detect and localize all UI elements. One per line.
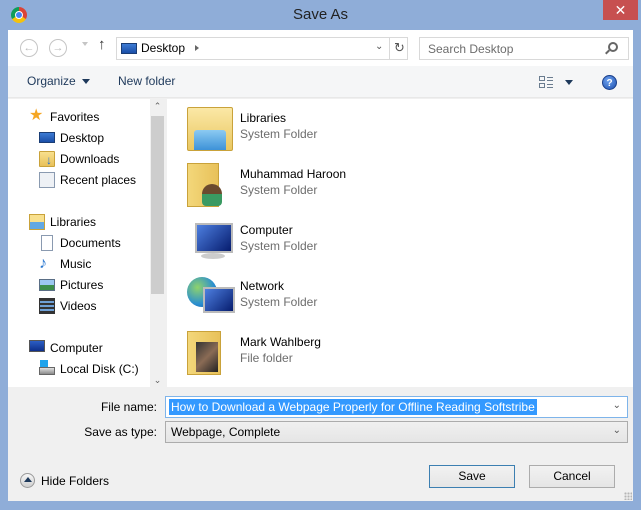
- file-name-row: File name: How to Download a Webpage Pro…: [8, 396, 633, 418]
- sidebar-label: Pictures: [60, 278, 104, 292]
- address-separator: [389, 38, 390, 59]
- save-type-label: Save as type:: [84, 425, 157, 439]
- new-folder-button[interactable]: New folder: [118, 74, 175, 88]
- search-box[interactable]: Search Desktop: [419, 37, 629, 60]
- chevron-down-icon[interactable]: ⌄: [613, 400, 621, 411]
- star-icon: ★: [29, 107, 44, 124]
- music-icon: ♪: [39, 255, 47, 272]
- scroll-thumb[interactable]: [151, 116, 164, 294]
- help-icon[interactable]: ?: [602, 75, 617, 90]
- file-name-label: File name:: [100, 400, 157, 414]
- hide-folders-label: Hide Folders: [41, 474, 110, 488]
- item-name: Muhammad Haroon: [240, 167, 347, 181]
- item-type: System Folder: [240, 239, 318, 253]
- file-list: Libraries System Folder Muhammad Haroon …: [167, 99, 633, 387]
- sidebar-label: Favorites: [50, 110, 100, 124]
- save-button[interactable]: Save: [429, 465, 515, 488]
- desktop-icon: [39, 132, 55, 143]
- refresh-button[interactable]: ↻: [394, 40, 405, 56]
- cancel-button[interactable]: Cancel: [529, 465, 615, 488]
- desktop-icon: [121, 43, 137, 54]
- command-bar: Organize New folder ?: [8, 66, 633, 98]
- user-folder-icon: [187, 163, 222, 207]
- videos-icon: [39, 298, 55, 314]
- item-type: System Folder: [240, 295, 318, 309]
- computer-icon: [187, 219, 233, 263]
- sidebar-label: Documents: [60, 236, 121, 250]
- recent-places-icon: [39, 172, 55, 188]
- address-dropdown-button[interactable]: ⌄: [375, 41, 383, 52]
- local-disk-icon: [39, 360, 55, 375]
- forward-button[interactable]: →: [49, 39, 67, 57]
- sidebar-label: Desktop: [60, 131, 105, 145]
- breadcrumb-arrow-icon[interactable]: [195, 45, 199, 51]
- dialog-body: ← → ↑ Desktop ⌄ ↻ Search Desktop Organiz…: [8, 30, 633, 501]
- save-type-row: Save as type: Webpage, Complete ⌄: [8, 421, 633, 443]
- file-name-input[interactable]: How to Download a Webpage Properly for O…: [165, 396, 628, 418]
- sidebar-label: Videos: [60, 299, 97, 313]
- organize-label: Organize: [27, 74, 76, 88]
- chevron-down-icon[interactable]: ⌄: [613, 425, 621, 436]
- photo-folder-icon: [187, 331, 221, 375]
- resize-grip[interactable]: [624, 492, 632, 500]
- sidebar-label: Music: [60, 257, 92, 271]
- change-view-icon[interactable]: [539, 76, 553, 90]
- window-title: Save As: [292, 6, 349, 23]
- libraries-folder-icon: [187, 107, 233, 151]
- list-item[interactable]: Libraries System Folder: [187, 105, 587, 155]
- save-type-value: Webpage, Complete: [171, 425, 281, 439]
- item-name: Mark Wahlberg: [240, 335, 321, 349]
- recent-locations-dropdown[interactable]: [82, 42, 88, 46]
- chevron-down-icon: [81, 79, 90, 85]
- list-item[interactable]: Network System Folder: [187, 273, 587, 323]
- network-icon: [187, 275, 235, 319]
- item-type: File folder: [240, 351, 293, 365]
- search-input[interactable]: Search Desktop: [428, 42, 513, 56]
- computer-icon: [29, 340, 45, 352]
- file-name-value[interactable]: How to Download a Webpage Properly for O…: [169, 399, 537, 415]
- scroll-down-button[interactable]: ⌄: [150, 373, 165, 387]
- libraries-icon: [29, 214, 45, 230]
- up-button[interactable]: ↑: [98, 36, 106, 53]
- navigation-pane: ★ Favorites Desktop Downloads Recent pla…: [8, 99, 164, 387]
- view-options-dropdown[interactable]: [565, 80, 573, 85]
- item-name: Libraries: [240, 111, 287, 125]
- list-item[interactable]: Computer System Folder: [187, 217, 587, 267]
- navigation-bar: ← → ↑ Desktop ⌄ ↻ Search Desktop: [8, 30, 633, 66]
- sidebar-label: Libraries: [50, 215, 97, 229]
- list-item[interactable]: Mark Wahlberg File folder: [187, 329, 587, 379]
- sidebar-label: Downloads: [60, 152, 120, 166]
- item-name: Computer: [240, 223, 293, 237]
- item-type: System Folder: [240, 183, 318, 197]
- item-name: Network: [240, 279, 285, 293]
- collapse-up-icon: [20, 473, 35, 488]
- downloads-icon: [39, 151, 55, 167]
- sidebar-scrollbar[interactable]: ⌃ ⌄: [150, 99, 165, 387]
- sidebar-label: Computer: [50, 341, 103, 355]
- close-button[interactable]: ✕: [603, 0, 638, 20]
- documents-icon: [41, 235, 53, 251]
- back-button[interactable]: ←: [20, 39, 38, 57]
- search-icon[interactable]: [608, 42, 618, 52]
- sidebar-label: Recent places: [60, 173, 137, 187]
- item-type: System Folder: [240, 127, 318, 141]
- address-location[interactable]: Desktop: [141, 41, 185, 55]
- pictures-icon: [39, 279, 55, 291]
- organize-menu[interactable]: Organize: [27, 74, 90, 88]
- save-as-dialog: Save As ✕ ← → ↑ Desktop ⌄ ↻ Search Deskt…: [0, 0, 641, 510]
- title-bar: Save As ✕: [0, 0, 641, 30]
- sidebar-label: Local Disk (C:): [60, 362, 139, 376]
- scroll-up-button[interactable]: ⌃: [150, 99, 165, 113]
- address-bar[interactable]: Desktop ⌄ ↻: [116, 37, 408, 60]
- list-item[interactable]: Muhammad Haroon System Folder: [187, 161, 587, 211]
- save-type-select[interactable]: Webpage, Complete ⌄: [165, 421, 628, 443]
